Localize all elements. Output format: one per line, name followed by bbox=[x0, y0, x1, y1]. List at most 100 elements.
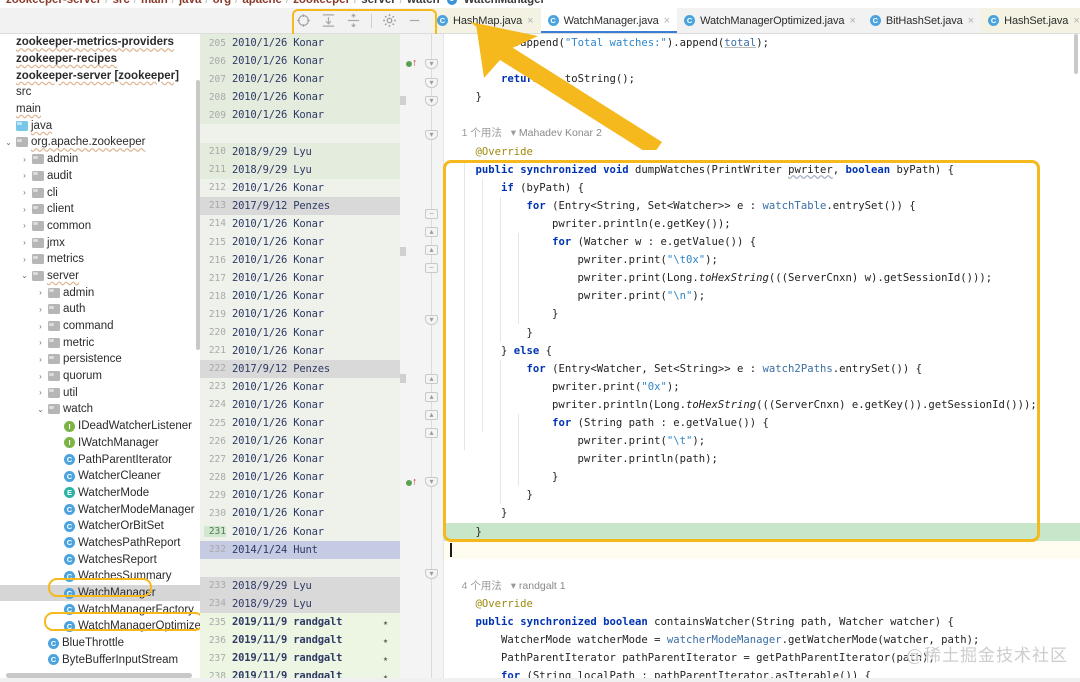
blame-row[interactable]: 214 2010/1/26 Konar bbox=[200, 215, 400, 233]
code-line[interactable]: for (String path : e.getValue()) { bbox=[444, 413, 1080, 433]
blame-row[interactable]: 224 2010/1/26 Konar bbox=[200, 396, 400, 414]
blame-row[interactable]: 233 2018/9/29 Lyu bbox=[200, 576, 400, 595]
fold-toggle[interactable]: ▾ bbox=[425, 315, 438, 325]
blame-row[interactable] bbox=[200, 124, 400, 142]
blame-row[interactable]: 234 2018/9/29 Lyu bbox=[200, 594, 400, 613]
breadcrumb-current[interactable]: WatchManager bbox=[460, 0, 549, 6]
code-line[interactable]: public synchronized boolean containsWatc… bbox=[444, 613, 1080, 631]
usages-count[interactable]: 4 个用法 bbox=[462, 580, 502, 592]
close-icon[interactable]: × bbox=[849, 15, 855, 27]
blame-row[interactable]: 229 2010/1/26 Konar bbox=[200, 486, 400, 504]
code-line[interactable]: public synchronized void dumpWatches(Pri… bbox=[444, 160, 1080, 179]
code-line[interactable]: pwriter.println(path); bbox=[444, 450, 1080, 469]
editor-tab[interactable]: C WatchManager.java × bbox=[540, 8, 678, 33]
code-line[interactable]: for (Watcher w : e.getValue()) { bbox=[444, 233, 1080, 252]
tree-item[interactable]: C PathParentIterator bbox=[0, 451, 200, 468]
fold-toggle[interactable]: ▾ bbox=[425, 130, 438, 140]
tree-item[interactable]: main bbox=[0, 101, 200, 118]
tree-item[interactable]: src bbox=[0, 84, 200, 101]
blame-row[interactable]: 221 2010/1/26 Konar bbox=[200, 342, 400, 360]
tree-item[interactable]: C WatchesSummary bbox=[0, 568, 200, 585]
editor-gutter[interactable]: ↑ ↑ ▾ ▾ ▾ ▾ − ▴ ▴ − ▾ ▴ ▴ ▴ ▴ ▾ ▾ bbox=[400, 34, 444, 682]
tree-item[interactable]: › jmx bbox=[0, 234, 200, 251]
tree-item[interactable]: › client bbox=[0, 201, 200, 218]
collapse-all-icon[interactable] bbox=[346, 13, 361, 28]
chevron-right-icon[interactable]: › bbox=[20, 255, 29, 264]
chevron-right-icon[interactable]: › bbox=[36, 355, 45, 364]
fold-toggle[interactable]: − bbox=[425, 263, 438, 273]
chevron-right-icon[interactable]: › bbox=[20, 188, 29, 197]
chevron-right-icon[interactable]: › bbox=[36, 305, 45, 314]
tree-item[interactable]: › admin bbox=[0, 284, 200, 301]
tree-item[interactable]: › auth bbox=[0, 301, 200, 318]
tree-item[interactable]: › cli bbox=[0, 184, 200, 201]
code-line[interactable]: } bbox=[444, 486, 1080, 505]
chevron-right-icon[interactable]: › bbox=[20, 221, 29, 230]
blame-row[interactable]: 210 2018/9/29 Lyu bbox=[200, 142, 400, 161]
blame-row[interactable]: 237 2019/11/9 randgalt ★ bbox=[200, 649, 400, 668]
code-line[interactable]: sb.append("Total watches:").append(total… bbox=[444, 34, 1080, 52]
chevron-right-icon[interactable]: › bbox=[20, 205, 29, 214]
code-line[interactable]: pwriter.println(Long.toHexString(((Serve… bbox=[444, 395, 1080, 414]
vcs-change-marker[interactable]: ↑ bbox=[406, 477, 420, 487]
project-tree[interactable]: zookeeper-metrics-providers zookeeper-re… bbox=[0, 34, 200, 674]
chevron-right-icon[interactable]: › bbox=[20, 155, 29, 164]
tree-item[interactable]: › command bbox=[0, 318, 200, 335]
fold-toggle[interactable]: ▴ bbox=[425, 392, 438, 402]
chevron-right-icon[interactable]: › bbox=[36, 372, 45, 381]
code-line[interactable]: pwriter.print("\t"); bbox=[444, 432, 1080, 451]
breadcrumb-item[interactable]: java bbox=[175, 0, 205, 6]
blame-row[interactable]: 235 2019/11/9 randgalt ★ bbox=[200, 613, 400, 632]
hint-author[interactable]: Mahadev Konar 2 bbox=[519, 127, 602, 139]
fold-toggle[interactable]: ▾ bbox=[425, 477, 438, 487]
blame-row[interactable]: 211 2018/9/29 Lyu bbox=[200, 160, 400, 179]
blame-row[interactable]: 218 2010/1/26 Konar bbox=[200, 287, 400, 305]
tree-item[interactable]: › metrics bbox=[0, 251, 200, 268]
close-icon[interactable]: × bbox=[968, 15, 974, 27]
blame-row[interactable]: 212 2010/1/26 Konar bbox=[200, 179, 400, 197]
fold-toggle[interactable]: ▴ bbox=[425, 410, 438, 420]
blame-row[interactable]: 222 2017/9/12 Penzes bbox=[200, 359, 400, 378]
close-icon[interactable]: × bbox=[1073, 15, 1079, 27]
tree-item[interactable]: C WatchesPathReport bbox=[0, 535, 200, 552]
code-line[interactable]: } bbox=[444, 88, 1080, 106]
code-line[interactable]: } bbox=[444, 468, 1080, 487]
fold-toggle[interactable]: ▾ bbox=[425, 569, 438, 579]
chevron-right-icon[interactable]: › bbox=[36, 338, 45, 347]
code-vision-hint[interactable]: 4 个用法 ▾ randgalt 1 bbox=[444, 577, 1080, 595]
breadcrumb-item[interactable]: zookeeper-server bbox=[2, 0, 105, 6]
code-line[interactable] bbox=[444, 106, 1080, 124]
blame-row[interactable]: 208 2010/1/26 Konar bbox=[200, 88, 400, 107]
chevron-down-icon[interactable]: ⌄ bbox=[36, 405, 45, 414]
code-line[interactable]: pwriter.print("\t0x"); bbox=[444, 251, 1080, 270]
tree-item[interactable]: C BlueThrottle bbox=[0, 635, 200, 652]
chevron-right-icon[interactable]: › bbox=[20, 171, 29, 180]
tree-item[interactable]: C WatchManager bbox=[0, 584, 200, 602]
editor-tab[interactable]: C HashMap.java × bbox=[430, 8, 541, 33]
blame-row[interactable]: 213 2017/9/12 Penzes bbox=[200, 196, 400, 215]
code-line[interactable]: for (Entry<String, Set<Watcher>> e : wat… bbox=[444, 196, 1080, 215]
hint-author[interactable]: randgalt 1 bbox=[519, 580, 566, 592]
blame-row[interactable]: 227 2010/1/26 Konar bbox=[200, 450, 400, 468]
tree-item[interactable]: C WatchManagerOptimized bbox=[0, 618, 200, 635]
code-line[interactable]: PathParentIterator pathParentIterator = … bbox=[444, 649, 1080, 667]
editor-tab[interactable]: C WatchManagerOptimized.java × bbox=[677, 8, 863, 33]
blame-row[interactable]: 216 2010/1/26 Konar bbox=[200, 251, 400, 269]
code-line[interactable]: @Override bbox=[444, 595, 1080, 613]
code-line[interactable]: WatcherMode watcherMode = watcherModeMan… bbox=[444, 631, 1080, 649]
tree-item[interactable]: I IDeadWatcherListener bbox=[0, 418, 200, 435]
blame-row[interactable]: 217 2010/1/26 Konar bbox=[200, 269, 400, 287]
code-line[interactable]: } bbox=[444, 504, 1080, 522]
blame-row[interactable]: 206 2010/1/26 Konar bbox=[200, 52, 400, 71]
tree-item[interactable]: I IWatchManager bbox=[0, 435, 200, 452]
fold-toggle[interactable]: − bbox=[425, 209, 438, 219]
blame-row[interactable]: 223 2010/1/26 Konar bbox=[200, 378, 400, 396]
expand-all-icon[interactable] bbox=[321, 13, 336, 28]
breadcrumb-item[interactable]: zookeeper bbox=[289, 0, 354, 6]
chevron-right-icon[interactable]: › bbox=[20, 238, 29, 247]
code-line[interactable] bbox=[444, 559, 1080, 577]
editor-vertical-scrollbar[interactable] bbox=[1074, 34, 1078, 74]
tree-item[interactable]: › persistence bbox=[0, 351, 200, 368]
blame-row[interactable]: 215 2010/1/26 Konar bbox=[200, 233, 400, 251]
fold-toggle[interactable]: ▾ bbox=[425, 59, 438, 69]
